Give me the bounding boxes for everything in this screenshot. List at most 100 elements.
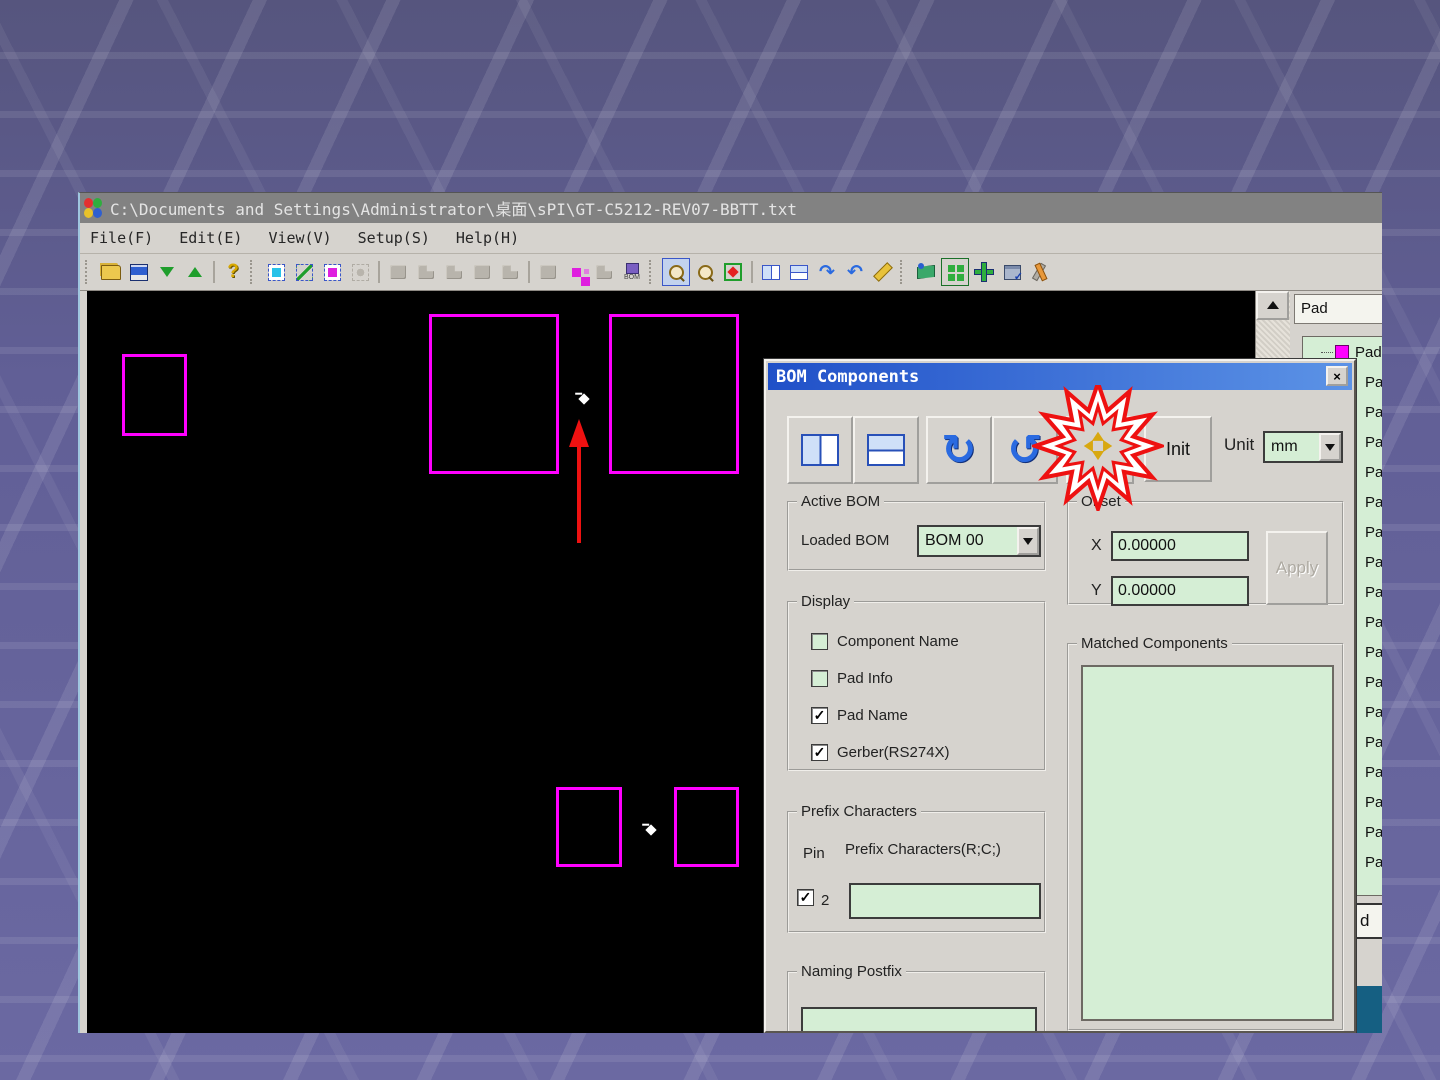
- annotation-red-arrow: [557, 411, 601, 551]
- menu-view[interactable]: View(V): [268, 229, 331, 247]
- split-vertical-icon: [801, 434, 839, 466]
- save-icon[interactable]: [126, 259, 152, 285]
- display-option-checkbox[interactable]: [811, 670, 828, 687]
- pad-list-item-label: Pad: [1365, 434, 1382, 451]
- pad-list-item-label: Pad: [1365, 854, 1382, 871]
- offset-legend: Offset: [1077, 493, 1125, 510]
- redo-icon[interactable]: [814, 259, 840, 285]
- table-icon[interactable]: [999, 259, 1025, 285]
- rotate-ccw-button[interactable]: ↺: [992, 416, 1058, 484]
- crosshair-icon[interactable]: [971, 259, 997, 285]
- zoom-out-icon[interactable]: [692, 259, 718, 285]
- bom-components-dialog: BOM Components × ↻ ↺ Init: [764, 359, 1356, 1033]
- bom-icon[interactable]: [619, 259, 645, 285]
- fit-icon[interactable]: [720, 259, 746, 285]
- display-option-row: Pad Info: [811, 668, 893, 688]
- ruler-icon[interactable]: [870, 259, 896, 285]
- display-group: Display Component NamePad Info✓Pad Name✓…: [787, 601, 1046, 771]
- pin-checkbox[interactable]: ✓: [797, 889, 814, 906]
- offset-x-field[interactable]: [1111, 531, 1249, 561]
- split-vertical-button[interactable]: [787, 416, 853, 484]
- split-horizontal-icon: [867, 434, 905, 466]
- offset-y-field[interactable]: [1111, 576, 1249, 606]
- undo-icon[interactable]: [842, 259, 868, 285]
- init-button[interactable]: Init: [1144, 416, 1212, 482]
- pad-list-item-label: Pad: [1365, 404, 1382, 421]
- star-disabled-icon: [347, 259, 373, 285]
- blob2-icon: [591, 259, 617, 285]
- display-option-checkbox[interactable]: ✓: [811, 707, 828, 724]
- prefix-characters-field[interactable]: [849, 883, 1041, 919]
- menu-bar: File(F) Edit(E) View(V) Setup(S) Help(H): [80, 223, 1382, 254]
- menu-help[interactable]: Help(H): [456, 229, 519, 247]
- active-bom-legend: Active BOM: [797, 493, 884, 510]
- menu-edit[interactable]: Edit(E): [179, 229, 242, 247]
- origin-marker: [645, 824, 656, 835]
- window-titlebar[interactable]: C:\Documents and Settings\Administrator\…: [80, 193, 1382, 223]
- toolbar-separator: [751, 261, 753, 283]
- export-icon[interactable]: [182, 259, 208, 285]
- pad-list-item-label: Pad: [1365, 524, 1382, 541]
- menu-setup[interactable]: Setup(S): [358, 229, 430, 247]
- split-horizontal-button[interactable]: [853, 416, 919, 484]
- toolbar-separator: [378, 261, 380, 283]
- apply-button[interactable]: Apply: [1266, 531, 1328, 605]
- unit-label: Unit: [1224, 435, 1254, 455]
- naming-postfix-field[interactable]: [801, 1007, 1037, 1033]
- blob2-icon: [413, 259, 439, 285]
- unit-dropdown[interactable]: mm: [1263, 431, 1343, 463]
- matched-components-list[interactable]: [1081, 665, 1334, 1021]
- unit-value: mm: [1265, 438, 1319, 456]
- toolbar: [80, 254, 1382, 291]
- help-icon[interactable]: [220, 259, 246, 285]
- sel-cyan-icon[interactable]: [263, 259, 289, 285]
- pad-list-item-label: Pad: [1365, 554, 1382, 571]
- desktop-background: C:\Documents and Settings\Administrator\…: [0, 0, 1440, 1080]
- match-pads-icon[interactable]: [563, 259, 589, 285]
- loaded-bom-dropdown-arrow[interactable]: [1017, 527, 1039, 555]
- loaded-bom-dropdown[interactable]: BOM 00: [917, 525, 1041, 557]
- active-bom-group: Active BOM Loaded BOM BOM 00: [787, 501, 1046, 571]
- pad-list-item-label: Pad: [1365, 644, 1382, 661]
- vsplit-icon[interactable]: [758, 259, 784, 285]
- dialog-titlebar[interactable]: BOM Components ×: [768, 363, 1352, 390]
- blob2-icon: [497, 259, 523, 285]
- display-option-checkbox[interactable]: ✓: [811, 744, 828, 761]
- offset-x-label: X: [1091, 537, 1102, 555]
- prefix-chars-label: Prefix Characters(R;C;): [845, 841, 1001, 858]
- display-option-checkbox[interactable]: [811, 633, 828, 650]
- tree-line: [1321, 352, 1333, 353]
- display-option-label: Gerber(RS274X): [837, 744, 950, 761]
- tools-icon[interactable]: [1027, 259, 1053, 285]
- panel-bottom-fragment: [1354, 986, 1382, 1033]
- blob2-icon: [441, 259, 467, 285]
- pad-list-item-label: Pad: [1365, 614, 1382, 631]
- pad-filter-field[interactable]: Pad: [1294, 294, 1382, 324]
- pad-list-item-label: Pad: [1365, 584, 1382, 601]
- menu-file[interactable]: File(F): [90, 229, 153, 247]
- pad-outline: [429, 314, 559, 474]
- hsplit-icon[interactable]: [786, 259, 812, 285]
- pad-list-item-label: Pad: [1365, 824, 1382, 841]
- rotate-cw-button[interactable]: ↻: [926, 416, 992, 484]
- dialog-close-button[interactable]: ×: [1326, 366, 1348, 386]
- import-icon[interactable]: [154, 259, 180, 285]
- unit-dropdown-arrow[interactable]: [1319, 433, 1341, 461]
- draw-line-icon[interactable]: [291, 259, 317, 285]
- zoom-in-icon[interactable]: [662, 258, 690, 286]
- map-icon[interactable]: [913, 259, 939, 285]
- pad-list-item-label: Pad: [1355, 344, 1382, 361]
- window-title: C:\Documents and Settings\Administrator\…: [110, 196, 797, 220]
- open-icon[interactable]: [98, 259, 124, 285]
- grid-icon[interactable]: [941, 258, 969, 286]
- matched-components-legend: Matched Components: [1077, 635, 1232, 652]
- pad-list-item-label: Pad: [1365, 764, 1382, 781]
- add-button-fragment[interactable]: d: [1354, 903, 1382, 939]
- app-window: C:\Documents and Settings\Administrator\…: [78, 192, 1382, 1033]
- offset-group: Offset X Y Apply: [1067, 501, 1344, 605]
- toolbar-separator: [213, 261, 215, 283]
- prefix-characters-legend: Prefix Characters: [797, 803, 921, 820]
- sel-magenta-icon[interactable]: [319, 259, 345, 285]
- scroll-up-button[interactable]: [1256, 291, 1289, 320]
- move-button[interactable]: [1066, 416, 1134, 484]
